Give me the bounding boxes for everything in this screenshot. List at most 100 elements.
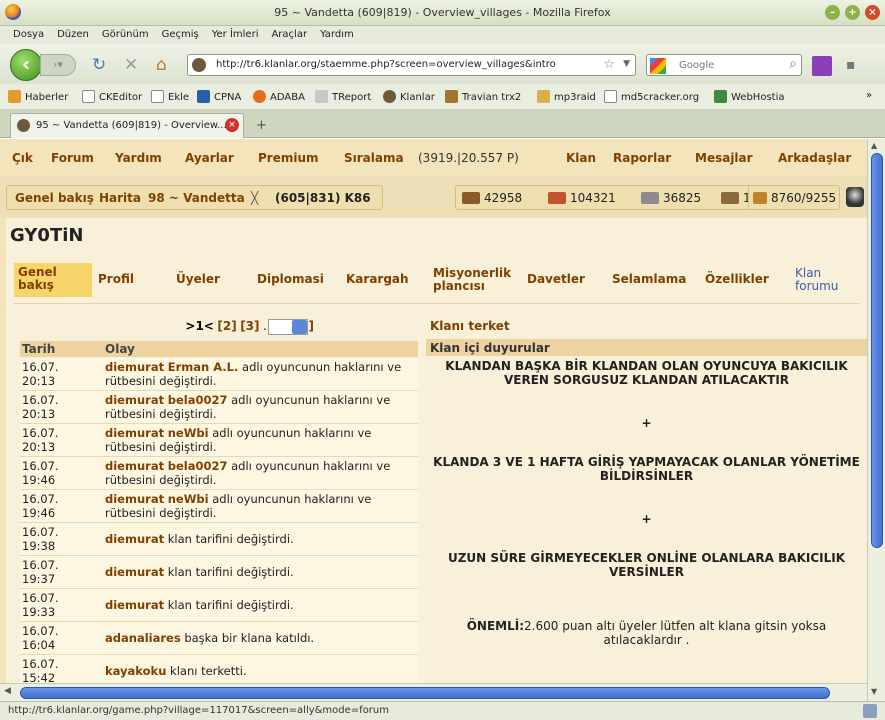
player-link[interactable]: diemurat — [105, 532, 164, 546]
player-link[interactable]: diemurat — [105, 393, 164, 407]
player-link[interactable]: diemurat — [105, 565, 164, 579]
minimize-button[interactable]: – — [825, 5, 840, 20]
log-event: diemurat Erman A.L. adlı oyuncunun hakla… — [105, 360, 402, 388]
player-link[interactable]: diemurat — [105, 492, 164, 506]
bookmark-haberler[interactable]: Haberler — [8, 90, 68, 103]
player-link[interactable]: bela0027 — [168, 393, 228, 407]
nav-messages[interactable]: Mesajlar — [695, 151, 753, 165]
bookmark-travian[interactable]: Travian trx2 — [445, 90, 521, 103]
village-overview-link[interactable]: Genel bakış — [15, 191, 94, 205]
pager-page-3[interactable]: [3] — [240, 319, 259, 333]
browser-tab[interactable]: 95 ~ Vandetta (609|819) - Overview... × — [10, 113, 244, 138]
table-row: 16.07. 19:33 diemurat klan tarifini değişt… — [20, 589, 418, 622]
avatar[interactable] — [846, 187, 864, 207]
tab-greeting[interactable]: Selamlama — [612, 273, 686, 307]
forward-button[interactable]: ›▾ — [40, 54, 76, 76]
puzzle-icon[interactable]: ▪ — [846, 56, 856, 74]
url-text[interactable]: http://tr6.klanlar.org/staemme.php?scree… — [216, 59, 556, 70]
table-row: 16.07. 20:13 diemurat Erman A.L. adlı oyun… — [20, 358, 418, 391]
bookmark-star-icon[interactable]: ☆ — [603, 57, 615, 72]
tab-headquarters[interactable]: Karargah — [346, 273, 409, 307]
page-select-spin-icon[interactable] — [292, 320, 307, 334]
log-panel: >1< [2] [3] ... [357] 1 Tarih Olay 16.07… — [20, 315, 418, 701]
bookmark-adaba[interactable]: ADABA — [253, 90, 305, 103]
menu-edit[interactable]: Düzen — [57, 29, 89, 40]
leave-clan-link[interactable]: Klanı terket — [430, 319, 510, 333]
horizontal-scrollbar[interactable]: ◀ — [0, 683, 867, 701]
reload-icon[interactable]: ↻ — [92, 56, 106, 74]
maximize-button[interactable]: + — [845, 5, 860, 20]
close-window-button[interactable]: × — [865, 5, 880, 20]
horizontal-scroll-thumb[interactable] — [20, 687, 830, 699]
vertical-scrollbar[interactable]: ▲ ▼ — [867, 139, 885, 701]
tab-title[interactable]: 95 ~ Vandetta (609|819) - Overview... — [36, 120, 226, 131]
player-link[interactable]: neWbi — [168, 426, 209, 440]
tab-invites[interactable]: Davetler — [527, 273, 585, 307]
bookmark-md5cracker[interactable]: md5cracker.org — [604, 90, 699, 103]
nav-friends[interactable]: Arkadaşlar — [778, 151, 851, 165]
player-link[interactable]: diemurat — [105, 426, 164, 440]
search-icon[interactable]: ⌕ — [789, 56, 797, 72]
google-icon[interactable] — [650, 58, 666, 74]
bookmark-webhostia[interactable]: WebHostia — [714, 90, 784, 103]
search-bar[interactable]: ⌕ — [646, 54, 802, 76]
nav-premium[interactable]: Premium — [258, 151, 319, 165]
address-bar[interactable]: http://tr6.klanlar.org/staemme.php?scree… — [187, 54, 636, 76]
scroll-left-icon[interactable]: ◀ — [4, 686, 11, 696]
nav-settings[interactable]: Ayarlar — [185, 151, 234, 165]
tab-clan-forum[interactable]: Klan forumu — [795, 267, 838, 301]
player-link[interactable]: neWbi — [168, 492, 209, 506]
vertical-scroll-thumb[interactable] — [871, 153, 883, 548]
stop-icon[interactable]: ✕ — [124, 56, 138, 74]
menu-tools[interactable]: Araçlar — [271, 29, 307, 40]
menu-view[interactable]: Görünüm — [102, 29, 149, 40]
bookmark-treport[interactable]: TReport — [315, 90, 371, 103]
bookmark-cpna[interactable]: CPNA — [197, 90, 241, 103]
browser-window: 95 ~ Vandetta (609|819) - Overview_villa… — [0, 0, 885, 720]
bookmark-klanlar[interactable]: Klanlar — [383, 90, 435, 103]
player-link[interactable]: adanaliares — [105, 631, 181, 645]
nav-reports[interactable]: Raporlar — [613, 151, 671, 165]
log-event: diemurat klan tarifini değiştirdi. — [105, 598, 294, 612]
menu-file[interactable]: Dosya — [13, 29, 44, 40]
nav-logout[interactable]: Çık — [12, 151, 33, 165]
player-link[interactable]: diemurat — [105, 598, 164, 612]
nav-ranking[interactable]: Sıralama — [344, 151, 404, 165]
addon-icon[interactable] — [812, 56, 832, 76]
tab-properties[interactable]: Özellikler — [705, 273, 769, 307]
menu-help[interactable]: Yardım — [320, 29, 354, 40]
village-name-link[interactable]: 98 ~ Vandetta — [148, 191, 245, 205]
new-tab-button[interactable]: + — [256, 118, 267, 133]
log-event: kayakoku klanı terketti. — [105, 664, 247, 678]
scroll-down-icon[interactable]: ▼ — [871, 687, 877, 696]
tab-missionary-planner[interactable]: Misyonerlik plancısı — [433, 267, 511, 301]
close-tab-icon[interactable]: × — [225, 118, 239, 132]
player-link[interactable]: kayakoku — [105, 664, 166, 678]
tab-members[interactable]: Üyeler — [176, 273, 220, 307]
back-button[interactable]: ‹ — [10, 49, 42, 81]
bookmarks-overflow[interactable]: » — [866, 90, 872, 101]
status-addon-icon[interactable] — [863, 704, 877, 718]
player-link[interactable]: diemurat — [105, 360, 164, 374]
menu-bookmarks[interactable]: Yer İmleri — [212, 29, 259, 40]
nav-forum[interactable]: Forum — [51, 151, 94, 165]
player-link[interactable]: bela0027 — [168, 459, 228, 473]
search-input[interactable] — [679, 58, 779, 73]
player-link[interactable]: Erman A.L. — [168, 360, 239, 374]
pager-page-2[interactable]: [2] — [217, 319, 236, 333]
bookmark-ckeditor[interactable]: CKEditor — [82, 90, 142, 103]
menu-history[interactable]: Geçmiş — [162, 29, 199, 40]
village-map-link[interactable]: Harita — [99, 191, 141, 205]
scroll-up-icon[interactable]: ▲ — [871, 141, 877, 150]
tab-bar: 95 ~ Vandetta (609|819) - Overview... × … — [0, 110, 885, 138]
nav-clan[interactable]: Klan — [566, 151, 596, 165]
url-dropdown-icon[interactable]: ▼ — [623, 59, 630, 69]
bookmark-mp3raid[interactable]: mp3raid — [537, 90, 596, 103]
bookmark-ekle[interactable]: Ekle — [151, 90, 189, 103]
tab-diplomacy[interactable]: Diplomasi — [257, 273, 324, 307]
tab-overview[interactable]: Genel bakış — [14, 263, 92, 297]
tab-profile[interactable]: Profil — [98, 273, 134, 307]
player-link[interactable]: diemurat — [105, 459, 164, 473]
nav-help[interactable]: Yardım — [115, 151, 162, 165]
home-icon[interactable]: ⌂ — [156, 56, 167, 74]
